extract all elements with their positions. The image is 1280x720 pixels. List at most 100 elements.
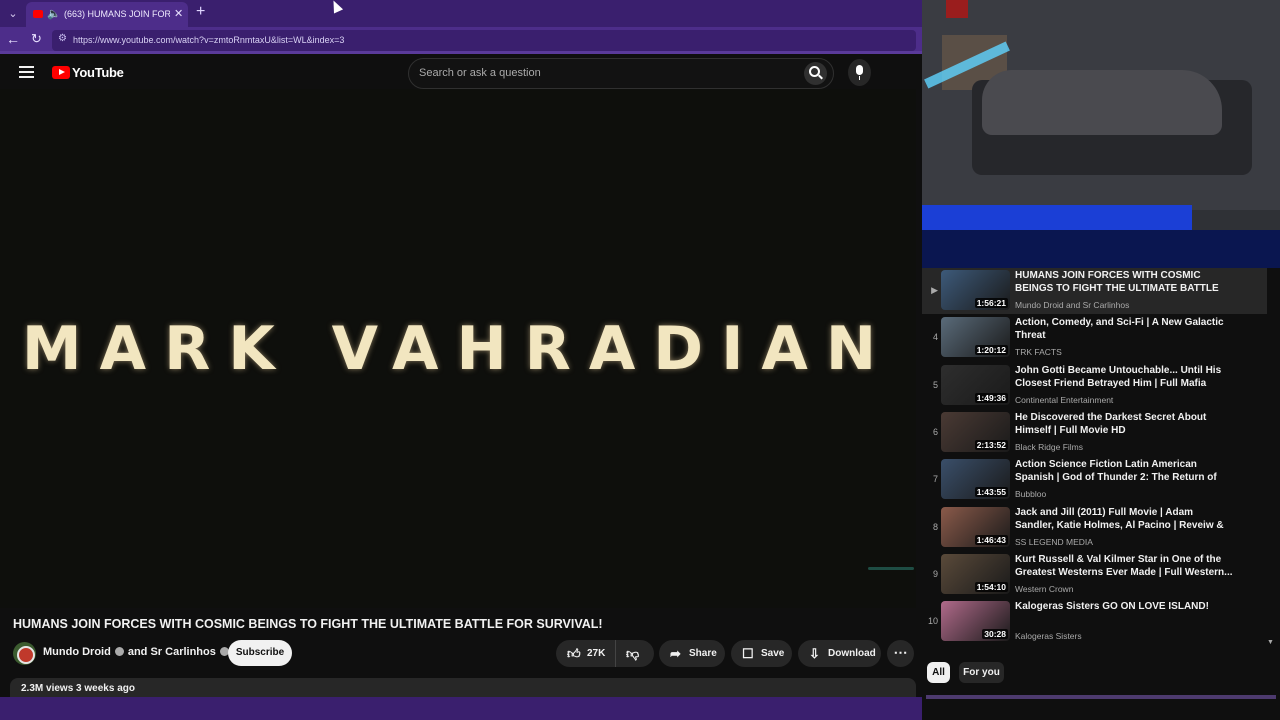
- playlist-item[interactable]: 10 30:28 Kalogeras Sisters GO ON LOVE ISLA…: [922, 599, 1267, 645]
- playlist-item-title[interactable]: HUMANS JOIN FORCES WITH COSMIC BEINGS TO…: [1015, 269, 1233, 296]
- description-box[interactable]: 2.3M views 3 weeks ago: [10, 678, 916, 698]
- playlist-index: 9: [932, 568, 938, 579]
- browser-tab-bar: ⌄ 🔈 (663) HUMANS JOIN FORCES ✕ +: [0, 0, 922, 27]
- recommendation-peek: [922, 695, 1280, 720]
- save-label: Save: [761, 648, 785, 659]
- youtube-logo-icon[interactable]: [52, 66, 70, 79]
- playlist-index: 8: [932, 521, 938, 532]
- reload-icon[interactable]: ↻: [31, 31, 42, 47]
- video-thumbnail[interactable]: 1:49:36: [941, 364, 1010, 405]
- duration-badge: 1:54:10: [974, 581, 1008, 592]
- video-thumbnail[interactable]: 2:13:52: [941, 411, 1010, 452]
- playlist-item-title[interactable]: Jack and Jill (2011) Full Movie | Adam S…: [1015, 506, 1233, 533]
- duration-badge: 2:13:52: [974, 439, 1008, 450]
- playlist-item[interactable]: 9 1:54:10 Kurt Russell & Val Kilmer Star i…: [922, 552, 1267, 598]
- url-field[interactable]: ⚙ https://www.youtube.com/watch?v=zmtoRn…: [52, 30, 916, 51]
- verified-icon: [114, 647, 124, 656]
- hamburger-icon[interactable]: [19, 66, 34, 78]
- view-stats: 2.3M views 3 weeks ago: [21, 683, 135, 694]
- playlist-item-title[interactable]: Action, Comedy, and Sci-Fi | A New Galac…: [1015, 316, 1233, 342]
- now-playing-icon: ▶: [931, 285, 938, 295]
- playlist-item-title[interactable]: Kurt Russell & Val Kilmer Star in One of…: [1015, 553, 1233, 579]
- channel-link-2[interactable]: Sr Carlinhos: [150, 646, 215, 658]
- youtube-favicon-icon: [33, 10, 43, 18]
- playlist-item-channel: Kalogeras Sisters: [1015, 631, 1082, 642]
- video-thumbnail[interactable]: 1:54:10: [941, 553, 1010, 594]
- playlist-item-title[interactable]: John Gotti Became Untouchable... Until H…: [1015, 364, 1233, 391]
- filter-chip-bar: All For you: [922, 650, 1280, 695]
- search-box: [408, 58, 834, 89]
- browser-address-bar: ← ↻ ⚙ https://www.youtube.com/watch?v=zm…: [0, 27, 922, 54]
- duration-badge: 1:43:55: [974, 487, 1008, 498]
- search-icon[interactable]: [804, 62, 827, 85]
- youtube-logo-text[interactable]: YouTube: [72, 65, 124, 80]
- close-icon[interactable]: ✕: [174, 7, 183, 20]
- playlist-index: 6: [932, 426, 938, 437]
- download-button[interactable]: ⇩ Download: [798, 640, 881, 667]
- download-label: Download: [828, 648, 876, 659]
- site-info-icon[interactable]: ⚙: [58, 33, 67, 44]
- save-button[interactable]: ☐ Save: [731, 640, 792, 667]
- webcam-blanket: [982, 70, 1222, 135]
- playlist-item-channel: Western Crown: [1015, 583, 1074, 594]
- webcam-overlay: [922, 0, 1280, 268]
- channel-link-1[interactable]: Mundo Droid: [43, 646, 111, 658]
- share-icon: ➦: [670, 646, 681, 661]
- video-frame-title-card: MARK VAHRADIAN: [21, 314, 895, 384]
- avatar[interactable]: [13, 642, 36, 665]
- screen: ⌄ 🔈 (663) HUMANS JOIN FORCES ✕ + ← ↻ ⚙ h…: [0, 0, 1280, 720]
- upload-age: 3 weeks ago: [76, 683, 135, 694]
- duration-badge: 1:20:12: [974, 345, 1008, 356]
- playlist-item-title[interactable]: Action Science Fiction Latin American Sp…: [1015, 458, 1233, 485]
- more-horizontal-icon[interactable]: ⋯: [887, 640, 914, 667]
- playlist-index: 4: [932, 332, 938, 343]
- playlist-item[interactable]: 8 1:46:43 Jack and Jill (2011) Full Movie …: [922, 505, 1267, 551]
- playlist-item-channel: Bubbloo: [1015, 489, 1047, 500]
- playlist-item[interactable]: 7 1:43:55 Action Science Fiction Latin Ame…: [922, 457, 1267, 503]
- chip-for-you[interactable]: For you: [959, 662, 1004, 683]
- duration-badge: 1:56:21: [974, 298, 1008, 308]
- playlist-item-title[interactable]: He Discovered the Darkest Secret About H…: [1015, 411, 1233, 437]
- duration-badge: 30:28: [982, 629, 1008, 640]
- playlist-index: 10: [927, 616, 938, 627]
- subscribe-button[interactable]: Subscribe: [228, 640, 292, 666]
- video-thumbnail[interactable]: 30:28: [941, 601, 1010, 642]
- playlist-panel: ▶ 1:56:21 HUMANS JOIN FORCES WITH COSMIC B…: [922, 268, 1280, 650]
- playlist-item-channel: Mundo Droid and Sr Carlinhos: [1015, 300, 1130, 310]
- video-thumbnail[interactable]: 1:20:12: [941, 317, 1010, 358]
- share-button[interactable]: ➦ Share: [659, 640, 725, 667]
- video-player[interactable]: MARK VAHRADIAN: [0, 89, 916, 608]
- playlist-item[interactable]: 4 1:20:12 Action, Comedy, and Sci-Fi | A N…: [922, 315, 1267, 361]
- like-button[interactable]: 👍︎ 27K: [556, 640, 616, 667]
- download-icon: ⇩: [809, 646, 820, 661]
- playlist-item-title[interactable]: Kalogeras Sisters GO ON LOVE ISLAND!: [1015, 600, 1233, 613]
- scroll-down-icon[interactable]: ▼: [1267, 639, 1274, 646]
- chevron-down-icon[interactable]: ⌄: [4, 5, 22, 23]
- playlist-item[interactable]: 6 2:13:52 He Discovered the Darkest Secret…: [922, 410, 1267, 456]
- arrow-left-icon[interactable]: ←: [6, 31, 20, 47]
- channel-and: and: [127, 646, 148, 658]
- playlist-item[interactable]: 5 1:49:36 John Gotti Became Untouchable...…: [922, 363, 1267, 409]
- playlist-item[interactable]: ▶ 1:56:21 HUMANS JOIN FORCES WITH COSMIC B…: [922, 268, 1267, 314]
- like-dislike-group: 👍︎ 27K 👎︎: [556, 640, 654, 667]
- webcam-floor: [922, 230, 1280, 268]
- browser-tab-active[interactable]: 🔈 (663) HUMANS JOIN FORCES ✕: [26, 2, 188, 27]
- duration-badge: 1:46:43: [974, 534, 1008, 545]
- video-frame-decoration: [868, 567, 914, 570]
- video-title: HUMANS JOIN FORCES WITH COSMIC BEINGS TO…: [13, 617, 603, 631]
- mic-icon[interactable]: [848, 59, 871, 86]
- url-text: https://www.youtube.com/watch?v=zmtoRnmt…: [73, 35, 345, 45]
- playlist-item-channel: Black Ridge Films: [1015, 441, 1084, 452]
- plus-icon[interactable]: +: [196, 3, 205, 21]
- video-thumbnail[interactable]: 1:43:55: [941, 459, 1010, 500]
- video-thumbnail[interactable]: 1:56:21: [941, 270, 1010, 310]
- recommendation-thumb-strip: [926, 695, 1276, 699]
- video-thumbnail[interactable]: 1:46:43: [941, 506, 1010, 547]
- speaker-icon[interactable]: 🔈: [47, 7, 61, 20]
- thumbs-up-icon: 👍︎: [567, 646, 581, 661]
- thumbs-down-icon[interactable]: 👎︎: [626, 640, 639, 667]
- chip-all[interactable]: All: [927, 662, 950, 683]
- search-input[interactable]: [419, 67, 789, 79]
- duration-badge: 1:49:36: [974, 392, 1008, 403]
- view-count: 2.3M views: [21, 683, 74, 694]
